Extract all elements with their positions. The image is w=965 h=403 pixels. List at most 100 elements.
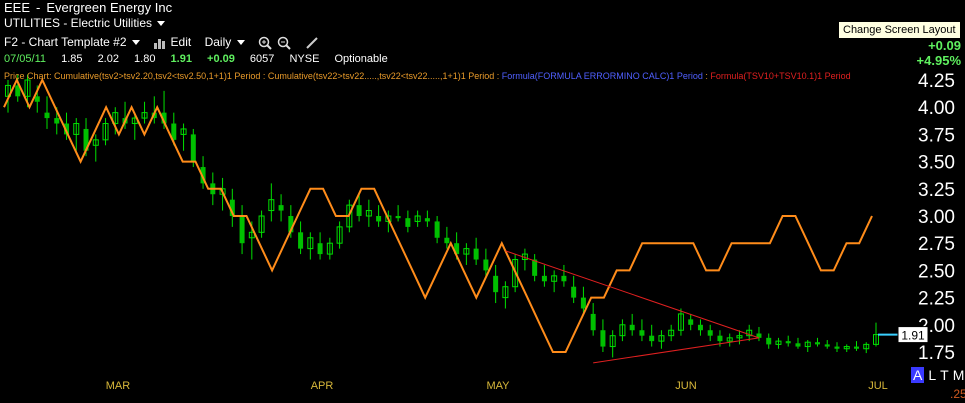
candle-body-down [356, 205, 362, 216]
candle-body-down [629, 324, 635, 331]
candle-body-down [834, 346, 840, 349]
candle-body-down [580, 297, 586, 309]
candle-body-down [434, 221, 440, 238]
chevron-down-icon [131, 40, 140, 46]
y-tick-label: 1.75 [918, 343, 955, 364]
zoom-in-icon [258, 36, 272, 50]
period-selector[interactable]: Daily [205, 35, 245, 49]
x-tick-label: MAR [106, 380, 131, 392]
corner-value: .25 [950, 387, 965, 401]
period-label: Daily [204, 35, 232, 49]
x-tick-label: JUN [675, 380, 696, 392]
y-tick-label: 3.75 [918, 125, 955, 146]
quote-low: 1.80 [134, 53, 156, 65]
sector-label: UTILITIES - Electric Utilities [4, 16, 153, 30]
quote-date: 07/05/11 [4, 53, 47, 65]
x-tick-label: APR [311, 380, 334, 392]
study-2[interactable]: Cumulative(tsv22>tsv22.....,tsv22<tsv22.… [268, 71, 494, 81]
candle-body-down [424, 218, 430, 222]
study-4[interactable]: Formula(TSV10+TSV10.1)1 Period [710, 71, 850, 81]
zoom-out-button[interactable] [277, 35, 291, 50]
study-legend: Price Chart: Cumulative(tsv2>tsv2.20,tsv… [4, 71, 851, 81]
candle-body-down [717, 335, 723, 342]
axis-mode-l-button[interactable]: L [928, 367, 936, 383]
candle-body-down [493, 275, 499, 293]
pencil-icon [305, 37, 318, 49]
y-tick-label: 3.00 [918, 207, 955, 228]
candle-body-down [376, 216, 382, 222]
candle-body-down [298, 232, 304, 249]
chevron-down-icon [236, 40, 245, 46]
change-absolute: +0.09 [928, 38, 961, 53]
change-layout-tooltip: Change Screen Layout [838, 21, 961, 39]
sector-selector[interactable]: UTILITIES - Electric Utilities [4, 16, 166, 30]
axis-mode-m-button[interactable]: M [953, 367, 965, 383]
candle-body-down [639, 330, 645, 336]
indicator-line [3, 77, 873, 353]
template-label: F2 - Chart Template #2 [4, 35, 127, 49]
company-name: Evergreen Energy Inc [46, 0, 173, 15]
quote-open: 1.85 [61, 53, 83, 65]
x-tick-label: MAY [486, 380, 510, 392]
symbol-title[interactable]: EEE - Evergreen Energy Inc [4, 0, 178, 15]
axis-mode-t-button[interactable]: T [940, 367, 949, 383]
y-tick-label: 4.00 [918, 98, 955, 119]
quote-optionable: Optionable [334, 53, 388, 65]
change-percent: +4.95% [916, 53, 961, 68]
candle-body-down [317, 243, 323, 255]
study-3[interactable]: Formula(FORMULA ERRORMINO CALC)1 Period [502, 71, 703, 81]
candle-body-down [54, 118, 60, 124]
candle-body-down [190, 134, 196, 162]
study-1[interactable]: Cumulative(tsv2>tsv2.20,tsv2<tsv2.50,1+1… [54, 71, 260, 81]
toolbar: F2 - Chart Template #2 Edit Daily [4, 35, 329, 50]
chevron-down-icon [157, 21, 166, 27]
zoom-in-button[interactable] [258, 35, 272, 50]
candle-body-down [795, 343, 801, 347]
quote-bar: 07/05/11 1.85 2.02 1.80 1.91 +0.09 6057 … [4, 53, 400, 65]
axis-mode-a-button[interactable]: A [911, 367, 925, 383]
candle-body-down [707, 330, 713, 336]
candle-body-down [444, 237, 450, 244]
candle-body-down [600, 330, 606, 347]
quote-exchange: NYSE [289, 53, 320, 65]
candle-body-down [571, 286, 577, 298]
candle-body-down [824, 344, 830, 347]
candle-body-down [239, 216, 245, 244]
candle-body-down [814, 342, 820, 345]
candle-body-down [649, 335, 655, 342]
candle-body-down [785, 341, 791, 344]
candle-body-down [688, 319, 694, 325]
edit-button[interactable]: Edit [153, 35, 191, 49]
candle-body-down [405, 218, 411, 227]
quote-close: 1.91 [170, 53, 192, 65]
candle-body-down [34, 96, 40, 102]
candle-body-down [541, 275, 547, 282]
candle-body-down [766, 337, 772, 345]
study-price-chart[interactable]: Price Chart [4, 71, 49, 81]
edit-label: Edit [170, 35, 192, 49]
last-price-label: 1.91 [901, 329, 925, 343]
draw-tool-button[interactable] [305, 35, 319, 50]
candle-body-down [853, 346, 859, 349]
y-tick-label: 2.75 [918, 234, 955, 255]
candle-body-down [278, 205, 284, 211]
symbol: EEE [4, 0, 31, 15]
axis-mode-buttons: ALTML [911, 367, 965, 383]
candle-body-down [697, 324, 703, 331]
candle-body-down [44, 112, 50, 119]
trendline-lower [593, 337, 760, 364]
quote-change: +0.09 [207, 53, 235, 65]
quote-high: 2.02 [97, 53, 119, 65]
zoom-out-icon [278, 36, 291, 50]
candle-body-down [561, 275, 567, 282]
template-selector[interactable]: F2 - Chart Template #2 [4, 35, 140, 49]
y-tick-label: 3.50 [918, 153, 955, 174]
quote-volume: 6057 [249, 53, 275, 65]
candle-body-down [395, 216, 401, 219]
y-tick-label: 4.25 [918, 71, 955, 92]
candle-body-down [483, 259, 489, 271]
title-separator: - [36, 0, 41, 15]
y-tick-label: 3.25 [918, 180, 955, 201]
y-tick-label: 2.25 [918, 289, 955, 310]
candle-body-down [473, 248, 479, 260]
